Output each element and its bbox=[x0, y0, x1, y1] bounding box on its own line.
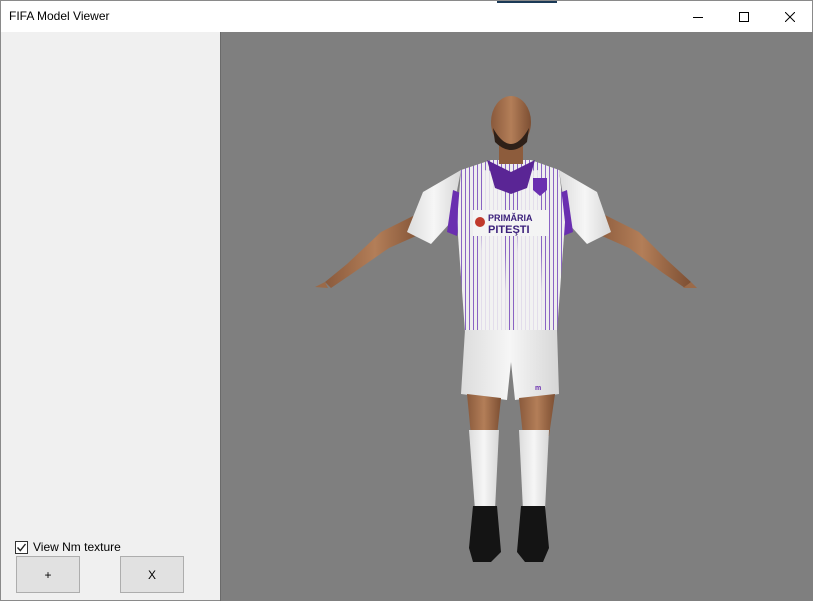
shorts bbox=[461, 330, 559, 400]
right-leg bbox=[519, 394, 555, 436]
sidebar-panel: View Nm texture bbox=[1, 32, 220, 600]
view-nm-texture-checkbox[interactable] bbox=[15, 540, 28, 554]
close-button[interactable] bbox=[767, 1, 813, 32]
view-nm-texture-option[interactable]: View Nm texture bbox=[15, 540, 121, 554]
minimize-icon bbox=[693, 16, 703, 18]
add-button[interactable]: + bbox=[16, 556, 80, 593]
minimize-button[interactable] bbox=[675, 1, 721, 32]
title-bar-accent bbox=[497, 1, 557, 3]
sponsor-crest-icon bbox=[475, 217, 485, 227]
left-leg bbox=[467, 394, 501, 436]
model-viewport[interactable]: PRIMĂRIA PITEŞTI m bbox=[220, 32, 813, 601]
app-window: FIFA Model Viewer View Nm texture + X PR… bbox=[0, 0, 813, 601]
checkmark-icon bbox=[16, 543, 27, 552]
left-boot bbox=[469, 506, 501, 562]
close-model-button[interactable]: X bbox=[120, 556, 184, 593]
sponsor-line-2: PITEŞTI bbox=[488, 224, 530, 236]
left-sock bbox=[469, 430, 499, 510]
right-arm bbox=[593, 214, 697, 288]
player-model: PRIMĂRIA PITEŞTI m bbox=[315, 96, 697, 562]
maximize-icon bbox=[739, 11, 749, 22]
sponsor-line-1: PRIMĂRIA bbox=[488, 213, 533, 223]
close-icon bbox=[785, 11, 795, 22]
right-sock bbox=[519, 430, 549, 510]
view-nm-texture-label: View Nm texture bbox=[33, 540, 121, 554]
window-title: FIFA Model Viewer bbox=[9, 9, 110, 23]
maximize-button[interactable] bbox=[721, 1, 767, 32]
right-boot bbox=[517, 506, 549, 562]
title-bar[interactable]: FIFA Model Viewer bbox=[1, 1, 812, 32]
svg-text:m: m bbox=[535, 385, 541, 392]
left-arm bbox=[315, 214, 425, 288]
